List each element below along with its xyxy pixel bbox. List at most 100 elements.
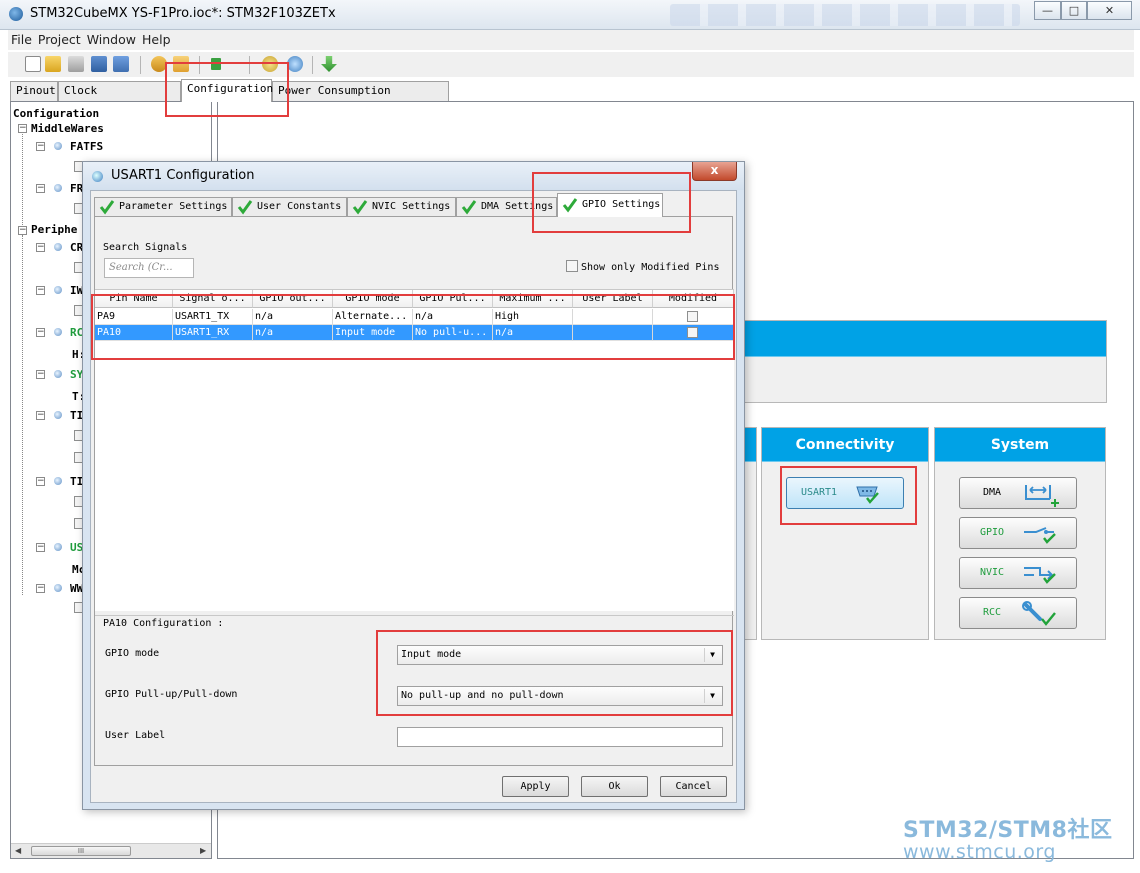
rcc-button[interactable]: RCC <box>959 597 1077 629</box>
middleware-category-header <box>741 321 1106 357</box>
cancel-button[interactable]: Cancel <box>660 776 727 797</box>
tree-collapse-icon[interactable]: − <box>36 243 45 252</box>
highlight-configuration-tab <box>165 62 289 117</box>
background-window-blur <box>670 4 1020 26</box>
tree-collapse-icon[interactable]: − <box>36 477 45 486</box>
user-label-label: User Label <box>105 730 166 741</box>
search-signals-label: Search Signals <box>103 242 188 253</box>
nvic-button[interactable]: NVIC <box>959 557 1077 589</box>
menu-project[interactable]: Project <box>35 30 84 49</box>
menu-help[interactable]: Help <box>139 30 174 49</box>
peripheral-icon <box>54 286 62 294</box>
tree-line <box>22 235 23 595</box>
tree-collapse-icon[interactable]: − <box>36 286 45 295</box>
peripheral-icon <box>54 243 62 251</box>
dma-button-label: DMA <box>982 487 1002 498</box>
tree-fatfs: FATFS <box>70 140 104 153</box>
tab-power-consumption-calculator[interactable]: Power Consumption Calculator <box>272 81 449 115</box>
tree-line <box>22 134 23 229</box>
peripheral-icon <box>54 584 62 592</box>
tree-peripherals: Periphe <box>31 223 78 236</box>
tree-root-configuration: Configuration <box>13 107 100 120</box>
menu-bar: File Project Window Help <box>8 30 1134 50</box>
stmcu-watermark: STM32/STM8社区 www.stmcu.org <box>903 812 1112 863</box>
tree-collapse-icon[interactable]: − <box>18 226 27 235</box>
rcc-wrench-icon <box>1022 601 1056 626</box>
peripheral-icon <box>54 328 62 336</box>
check-icon <box>352 200 368 215</box>
tree-collapse-icon[interactable]: − <box>36 184 45 193</box>
watermark-line2: www.stmcu.org <box>903 841 1056 863</box>
tree-horizontal-scrollbar[interactable]: ◀ III ▶ <box>11 843 211 858</box>
menu-window[interactable]: Window <box>84 30 139 49</box>
tab-user-constants-label: User Constants <box>257 201 342 212</box>
pin-configuration-title: PA10 Configuration : <box>103 618 224 629</box>
window-title: STM32CubeMX YS-F1Pro.ioc*: STM32F103ZETx <box>30 6 336 21</box>
new-project-icon[interactable] <box>25 56 41 72</box>
ok-button[interactable]: Ok <box>581 776 648 797</box>
dma-transfer-icon <box>1025 485 1059 507</box>
usart1-configuration-dialog: USART1 Configuration x Parameter Setting… <box>82 161 745 810</box>
window-titlebar: STM32CubeMX YS-F1Pro.ioc*: STM32F103ZETx… <box>0 0 1140 30</box>
gpio-switch-icon <box>1024 527 1056 544</box>
middleware-icon <box>54 142 62 150</box>
save-as-icon[interactable] <box>113 56 129 72</box>
system-header: System <box>935 428 1105 462</box>
open-folder-icon[interactable] <box>45 56 61 72</box>
rcc-button-label: RCC <box>982 607 1002 618</box>
peripheral-icon <box>54 370 62 378</box>
gpio-pull-label: GPIO Pull-up/Pull-down <box>105 689 238 700</box>
highlight-gpio-settings-tab <box>532 172 691 233</box>
connectivity-header: Connectivity <box>762 428 928 462</box>
download-arrow-icon[interactable] <box>321 56 337 72</box>
user-label-input[interactable] <box>397 727 723 747</box>
peripheral-icon <box>54 411 62 419</box>
tab-user-constants[interactable]: User Constants <box>232 197 347 216</box>
tab-parameter-settings[interactable]: Parameter Settings <box>94 197 232 216</box>
gpio-button-label: GPIO <box>979 527 1005 538</box>
tree-collapse-icon[interactable]: − <box>36 411 45 420</box>
tree-collapse-icon[interactable]: − <box>36 142 45 151</box>
middleware-category-panel <box>740 320 1107 403</box>
menu-file[interactable]: File <box>8 30 35 49</box>
connectivity-panel: Connectivity USART1 <box>761 427 929 640</box>
app-icon <box>9 7 23 21</box>
tree-collapse-icon[interactable]: − <box>36 584 45 593</box>
nvic-button-label: NVIC <box>979 567 1005 578</box>
tab-clock-configuration[interactable]: Clock Configuration <box>58 81 181 115</box>
show-modified-pins-checkbox[interactable]: Show only Modified Pins <box>566 260 719 273</box>
scroll-right-icon[interactable]: ▶ <box>200 846 206 855</box>
check-icon <box>461 200 477 215</box>
tab-nvic-settings[interactable]: NVIC Settings <box>347 197 456 216</box>
tab-parameter-settings-label: Parameter Settings <box>119 201 228 212</box>
check-icon <box>99 200 115 215</box>
gpio-button[interactable]: GPIO <box>959 517 1077 549</box>
scrollbar-thumb[interactable]: III <box>31 846 131 856</box>
show-modified-checkbox-box[interactable] <box>566 260 578 272</box>
minimize-button[interactable]: — <box>1034 1 1061 20</box>
recent-file-icon[interactable] <box>68 56 84 72</box>
tree-collapse-icon[interactable]: − <box>18 124 27 133</box>
highlight-pin-configuration <box>376 630 733 716</box>
tree-collapse-icon[interactable]: − <box>36 328 45 337</box>
maximize-button[interactable]: □ <box>1061 1 1087 20</box>
window-close-button[interactable]: ✕ <box>1087 1 1132 20</box>
save-icon[interactable] <box>91 56 107 72</box>
dialog-close-button[interactable]: x <box>692 162 737 181</box>
tab-pinout[interactable]: Pinout <box>10 81 58 101</box>
dma-button[interactable]: DMA <box>959 477 1077 509</box>
peripheral-icon <box>54 477 62 485</box>
gpio-mode-label: GPIO mode <box>105 648 160 659</box>
middleware-icon <box>54 184 62 192</box>
scroll-left-icon[interactable]: ◀ <box>15 846 21 855</box>
nvic-interrupt-icon <box>1024 567 1056 584</box>
tree-collapse-icon[interactable]: − <box>36 543 45 552</box>
toolbar-separator <box>140 56 141 74</box>
apply-button[interactable]: Apply <box>502 776 569 797</box>
search-signals-input[interactable]: Search (Cr... <box>104 258 194 278</box>
peripheral-icon <box>54 543 62 551</box>
check-icon <box>237 200 253 215</box>
highlight-pins-table <box>91 294 735 360</box>
tree-collapse-icon[interactable]: − <box>36 370 45 379</box>
zoom-out-icon[interactable] <box>287 56 303 72</box>
